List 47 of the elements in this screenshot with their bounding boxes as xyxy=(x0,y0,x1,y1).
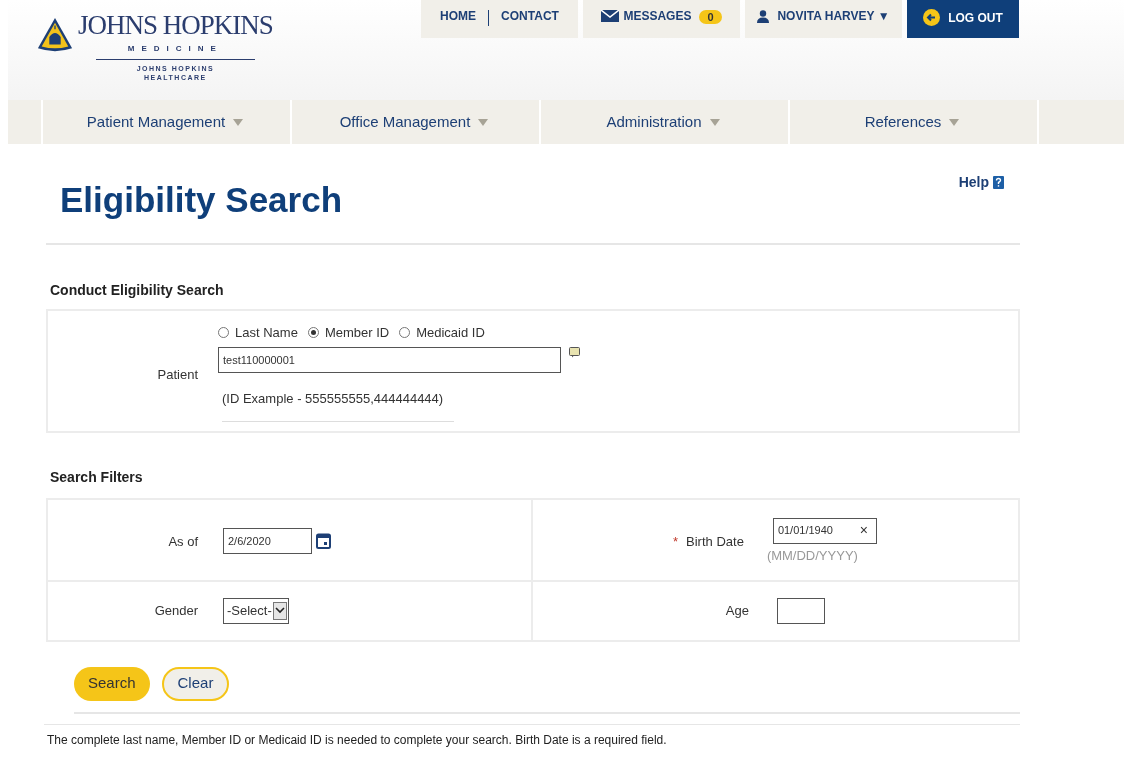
top-link[interactable]: HOME xyxy=(440,10,477,22)
logout-button[interactable]: LOG OUT xyxy=(907,0,1019,38)
id-example-hint: (ID Example - 555555555,444444444) xyxy=(222,389,454,422)
speech-bubble-icon xyxy=(569,347,580,358)
as-of-date-input[interactable]: 2/6/2020 xyxy=(223,527,312,554)
chevron-down-icon xyxy=(272,601,287,620)
dropdown-caret-icon xyxy=(709,118,720,126)
arrow-left-circle-icon xyxy=(923,9,941,26)
field-label: Patient xyxy=(156,365,198,384)
clear-button[interactable]: Clear xyxy=(161,666,230,701)
messages-link[interactable]: MESSAGES 0 xyxy=(583,0,740,38)
radio-option[interactable]: Last Name xyxy=(218,322,298,342)
envelope-icon xyxy=(601,10,620,22)
age-input[interactable] xyxy=(777,597,825,624)
dropdown-caret-icon xyxy=(233,118,244,126)
help-icon xyxy=(993,176,1004,189)
radio-option[interactable]: Medicaid ID xyxy=(399,322,485,342)
shield-logo-icon xyxy=(36,16,74,54)
gender-select[interactable]: -Select- xyxy=(223,597,289,624)
patient-id-input[interactable]: test110000001 xyxy=(218,347,561,373)
logo-subtitle: MEDICINE xyxy=(95,43,255,60)
birth-date-value: 01/01/1940 xyxy=(777,523,833,539)
required-mark: * xyxy=(673,532,679,551)
field-label: Birth Date xyxy=(686,532,744,551)
help-link[interactable]: Help xyxy=(958,172,1004,193)
footer-note: The complete last name, Member ID or Medicaid ID is needed to complete your search. Birth Date is a required field. xyxy=(47,731,668,749)
messages-label: MESSAGES xyxy=(623,10,692,22)
dropdown-caret-icon xyxy=(478,118,489,126)
search-button[interactable]: Search xyxy=(74,666,150,701)
date-format-hint: (MM/DD/YYYY) xyxy=(766,546,859,565)
page-title: Eligibility Search xyxy=(60,179,343,221)
calendar-icon[interactable] xyxy=(316,531,331,549)
section-title: Conduct Eligibility Search xyxy=(50,280,225,300)
dropdown-caret-icon xyxy=(949,118,960,126)
field-label: Age xyxy=(724,601,749,620)
user-menu[interactable]: NOVITA HARVEY ▼ xyxy=(745,0,902,38)
top-link[interactable]: CONTACT xyxy=(501,10,559,22)
message-count-badge: 0 xyxy=(699,10,722,24)
birth-date-input[interactable]: 01/01/1940 × xyxy=(772,517,877,544)
logo-wordmark: JOHNS HOPKINS xyxy=(78,12,273,39)
person-icon xyxy=(757,10,770,23)
field-label: Gender xyxy=(153,601,198,620)
user-name: NOVITA HARVEY ▼ xyxy=(777,10,890,22)
field-label: As of xyxy=(167,532,198,551)
section-title: Search Filters xyxy=(50,467,144,487)
radio-option[interactable]: Member ID xyxy=(307,322,390,342)
clear-field-button[interactable]: × xyxy=(859,520,868,541)
